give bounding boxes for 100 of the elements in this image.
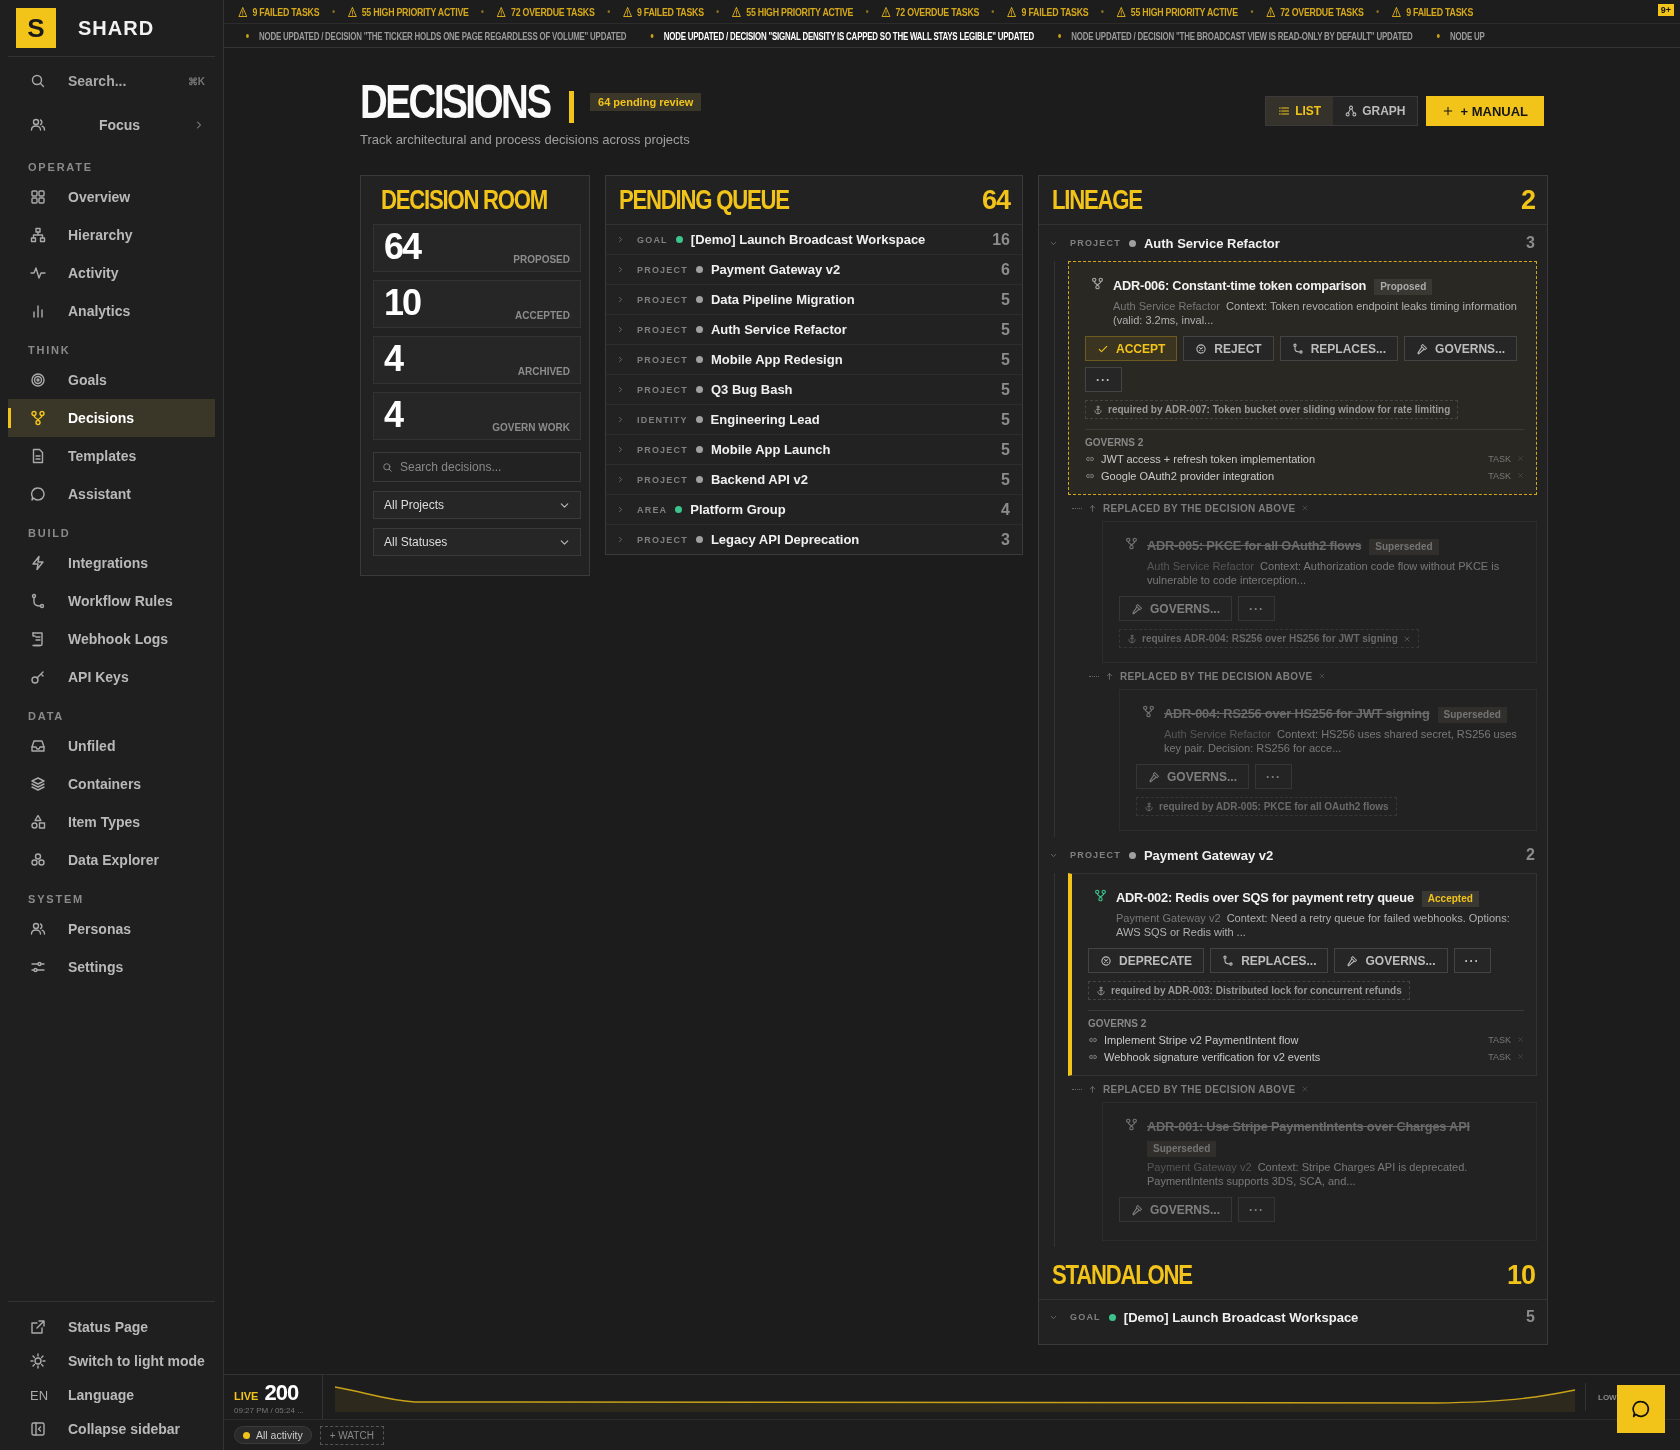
- alert-ticker-item[interactable]: 9 FAILED TASKS: [622, 5, 704, 18]
- group-row[interactable]: GOAL [Demo] Launch Broadcast Workspace 5: [1039, 1300, 1547, 1334]
- close-icon[interactable]: [1301, 1085, 1310, 1093]
- nav-item[interactable]: Webhook Logs: [8, 620, 215, 658]
- close-icon[interactable]: [1318, 672, 1327, 680]
- queue-row[interactable]: PROJECT Data Pipeline Migration 5: [606, 285, 1022, 315]
- queue-row[interactable]: AREA Platform Group 4: [606, 495, 1022, 525]
- action-button[interactable]: GOVERNS...: [1334, 948, 1448, 973]
- nav-item[interactable]: Activity: [8, 254, 215, 292]
- alert-ticker-item[interactable]: 55 HIGH PRIORITY ACTIVE: [347, 5, 469, 18]
- stat-card[interactable]: 4 GOVERN WORK: [373, 392, 581, 440]
- more-button[interactable]: ···: [1453, 948, 1491, 973]
- queue-row[interactable]: IDENTITY Engineering Lead 5: [606, 405, 1022, 435]
- queue-row[interactable]: PROJECT Mobile App Launch 5: [606, 435, 1022, 465]
- type-label: PROJECT: [637, 324, 688, 335]
- alert-ticker-item[interactable]: 72 OVERDUE TASKS: [881, 5, 980, 18]
- action-button[interactable]: GOVERNS...: [1136, 764, 1249, 789]
- nav-item[interactable]: Overview: [8, 178, 215, 216]
- nav-item[interactable]: Containers: [8, 765, 215, 803]
- governed-task[interactable]: Implement Stripe v2 PaymentIntent flow: [1104, 1033, 1299, 1046]
- search-field[interactable]: Search decisions...: [373, 452, 581, 482]
- filter-dropdown[interactable]: All Statuses: [373, 528, 581, 556]
- sidebar-action[interactable]: Collapse sidebar: [8, 1412, 215, 1446]
- nav-item[interactable]: Settings: [8, 948, 215, 986]
- alert-ticker-item[interactable]: 72 OVERDUE TASKS: [1265, 5, 1364, 18]
- alert-ticker-item[interactable]: 55 HIGH PRIORITY ACTIVE: [731, 5, 854, 18]
- nav-item[interactable]: Decisions: [8, 399, 215, 437]
- nav-item[interactable]: Unfiled: [8, 727, 215, 765]
- action-button[interactable]: REJECT: [1183, 336, 1274, 361]
- activity-filter-chip[interactable]: All activity: [234, 1426, 312, 1444]
- governed-task[interactable]: Google OAuth2 provider integration: [1101, 469, 1275, 482]
- queue-row[interactable]: GOAL [Demo] Launch Broadcast Workspace 16: [606, 225, 1022, 255]
- warning-icon: [1391, 5, 1402, 18]
- action-button[interactable]: REPLACES...: [1279, 336, 1399, 361]
- governed-task[interactable]: JWT access + refresh token implementation: [1101, 452, 1316, 465]
- view-tab[interactable]: LIST: [1266, 97, 1334, 125]
- nav-item[interactable]: Data Explorer: [8, 841, 215, 879]
- queue-row[interactable]: PROJECT Payment Gateway v2 6: [606, 255, 1022, 285]
- nav-item[interactable]: Workflow Rules: [8, 582, 215, 620]
- decision-card[interactable]: [1068, 873, 1537, 1076]
- nav-item[interactable]: Templates: [8, 437, 215, 475]
- alert-ticker-item[interactable]: 9 FAILED TASKS: [238, 5, 320, 18]
- remove-icon[interactable]: [1517, 472, 1524, 479]
- nav-item[interactable]: Personas: [8, 910, 215, 948]
- more-button[interactable]: ···: [1255, 764, 1292, 789]
- remove-icon[interactable]: [1517, 1053, 1524, 1060]
- action-button[interactable]: DEPRECATE: [1088, 948, 1205, 973]
- nav-item[interactable]: Assistant: [8, 475, 215, 513]
- notification-badge[interactable]: 9+: [1657, 4, 1674, 16]
- alert-ticker-item[interactable]: 55 HIGH PRIORITY ACTIVE: [1116, 5, 1238, 18]
- queue-row[interactable]: PROJECT Auth Service Refactor 5: [606, 315, 1022, 345]
- alert-ticker-item[interactable]: 9 FAILED TASKS: [1391, 5, 1473, 18]
- remove-icon[interactable]: [1517, 455, 1524, 462]
- focus-menu-item[interactable]: Focus: [8, 103, 215, 147]
- nav-item[interactable]: Goals: [8, 361, 215, 399]
- add-manual-button[interactable]: + MANUAL: [1426, 96, 1544, 126]
- type-label: AREA: [637, 504, 668, 515]
- search-field[interactable]: Search... ⌘K: [8, 59, 215, 103]
- queue-row[interactable]: PROJECT Legacy API Deprecation 3: [606, 525, 1022, 554]
- close-icon[interactable]: [1301, 504, 1310, 512]
- governed-task[interactable]: Webhook signature verification for v2 events: [1104, 1050, 1321, 1063]
- decision-card[interactable]: [1068, 261, 1537, 495]
- nav-item[interactable]: Integrations: [8, 544, 215, 582]
- action-button[interactable]: ACCEPT: [1085, 336, 1178, 361]
- decision-title[interactable]: ADR-002: Redis over SQS for payment retry queue: [1116, 890, 1414, 905]
- sidebar-action[interactable]: EN Language: [8, 1378, 215, 1412]
- nav-item[interactable]: API Keys: [8, 658, 215, 696]
- nav-item[interactable]: Hierarchy: [8, 216, 215, 254]
- stat-card[interactable]: 64 PROPOSED: [373, 224, 581, 272]
- more-button[interactable]: ···: [1238, 1197, 1275, 1222]
- nav-item[interactable]: Item Types: [8, 803, 215, 841]
- sidebar-action[interactable]: Status Page: [8, 1310, 215, 1344]
- queue-row[interactable]: PROJECT Q3 Bug Bash 5: [606, 375, 1022, 405]
- group-row[interactable]: PROJECT Auth Service Refactor 3: [1039, 225, 1547, 261]
- remove-icon[interactable]: [1517, 1036, 1524, 1043]
- group-name: Auth Service Refactor: [710, 322, 847, 337]
- more-button[interactable]: ···: [1238, 596, 1275, 621]
- more-button[interactable]: ···: [1085, 367, 1122, 392]
- relation-chip[interactable]: required by ADR-003: Distributed lock for concurrent refunds: [1088, 981, 1410, 1000]
- queue-row[interactable]: PROJECT Mobile App Redesign 5: [606, 345, 1022, 375]
- stat-card[interactable]: 4 ARCHIVED: [373, 336, 581, 384]
- sidebar-action[interactable]: Switch to light mode: [8, 1344, 215, 1378]
- watch-button[interactable]: + WATCH: [319, 1425, 384, 1445]
- nav-item[interactable]: Analytics: [8, 292, 215, 330]
- queue-row[interactable]: PROJECT Backend API v2 5: [606, 465, 1022, 495]
- action-button[interactable]: GOVERNS...: [1119, 596, 1232, 621]
- stat-card[interactable]: 10 ACCEPTED: [373, 280, 581, 328]
- filter-dropdown[interactable]: All Projects: [373, 491, 581, 519]
- relation-chip[interactable]: required by ADR-007: Token bucket over sliding window for rate limiting: [1085, 400, 1459, 419]
- alert-ticker-item[interactable]: 9 FAILED TASKS: [1007, 5, 1089, 18]
- remove-icon[interactable]: [1402, 634, 1411, 643]
- action-button[interactable]: GOVERNS...: [1119, 1197, 1232, 1222]
- action-button[interactable]: REPLACES...: [1210, 948, 1329, 973]
- group-row[interactable]: PROJECT Payment Gateway v2 2: [1039, 837, 1547, 873]
- warning-icon: [1265, 5, 1276, 18]
- chat-button[interactable]: [1617, 1385, 1665, 1433]
- decision-title[interactable]: ADR-006: Constant-time token comparison: [1113, 278, 1367, 293]
- action-button[interactable]: GOVERNS...: [1404, 336, 1518, 361]
- view-tab[interactable]: GRAPH: [1333, 97, 1418, 125]
- alert-ticker-item[interactable]: 72 OVERDUE TASKS: [496, 5, 595, 18]
